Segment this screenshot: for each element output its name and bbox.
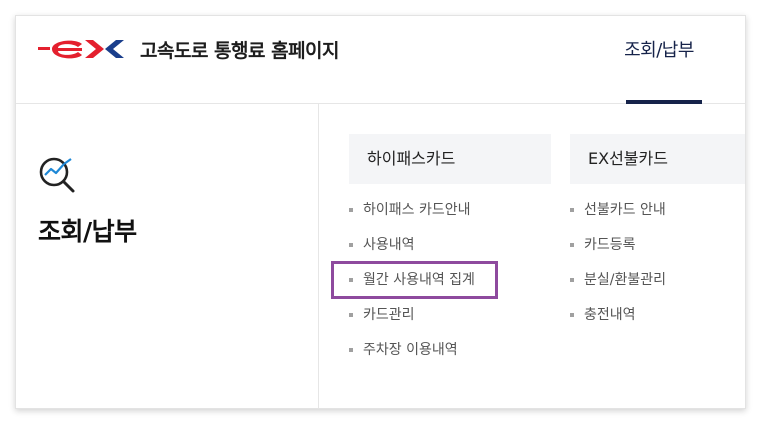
menu-item-card-management[interactable]: 카드관리: [349, 305, 551, 340]
menu-item-label: 분실/환불관리: [584, 272, 666, 288]
menu-list: 선불카드 안내 카드등록 분실/환불관리 충전내역: [570, 200, 745, 340]
menu-heading-hipass-card[interactable]: 하이패스카드: [349, 134, 551, 184]
menu-list: 하이패스 카드안내 사용내역 월간 사용내역 집계 카드관리 주차장 이용내역: [349, 200, 551, 375]
bullet-icon: [570, 278, 574, 282]
menu-item-usage-history[interactable]: 사용내역: [349, 235, 551, 270]
bullet-icon: [349, 208, 353, 212]
bullet-icon: [349, 278, 353, 282]
tab-label: 조회/납부: [624, 40, 694, 61]
menu-item-label: 월간 사용내역 집계: [363, 272, 475, 288]
section-title: 조회/납부: [38, 217, 137, 246]
menu-item-label: 카드관리: [363, 307, 415, 323]
bullet-icon: [570, 208, 574, 212]
ex-logo[interactable]: [38, 34, 128, 64]
bullet-icon: [349, 348, 353, 352]
menu-item-label: 하이패스 카드안내: [363, 202, 471, 218]
menu-item-label: 주차장 이용내역: [363, 342, 458, 358]
active-tab-underline: [626, 100, 702, 104]
menu-card: 고속도로 통행료 홈페이지 조회/납부 조회/납부 하이패스카드 하이패스 카드…: [15, 15, 746, 409]
bullet-icon: [349, 313, 353, 317]
menu-item-label: 카드등록: [584, 237, 636, 253]
header: 고속도로 통행료 홈페이지 조회/납부: [16, 16, 745, 104]
menu-item-parking-usage[interactable]: 주차장 이용내역: [349, 340, 551, 375]
search-graph-icon: [39, 157, 75, 193]
bullet-icon: [570, 243, 574, 247]
bullet-icon: [570, 313, 574, 317]
menu-item-lost-refund[interactable]: 분실/환불관리: [570, 270, 745, 305]
menu-heading-ex-prepaid-card[interactable]: EX선불카드: [570, 134, 745, 184]
menu-column-ex-prepaid: EX선불카드 선불카드 안내 카드등록 분실/환불관리 충전내역: [570, 134, 745, 340]
tab-inquiry-payment[interactable]: 조회/납부: [614, 36, 704, 104]
menu-item-label: 선불카드 안내: [584, 202, 666, 218]
menu-item-prepaid-card-guide[interactable]: 선불카드 안내: [570, 200, 745, 235]
menu-item-charge-history[interactable]: 충전내역: [570, 305, 745, 340]
menu-item-hipass-card-guide[interactable]: 하이패스 카드안내: [349, 200, 551, 235]
menu-item-card-registration[interactable]: 카드등록: [570, 235, 745, 270]
menu-item-monthly-usage-summary[interactable]: 월간 사용내역 집계: [349, 270, 551, 305]
menu-column-hipass: 하이패스카드 하이패스 카드안내 사용내역 월간 사용내역 집계 카드관리 주차…: [349, 134, 551, 375]
menu-item-label: 사용내역: [363, 237, 415, 253]
site-title[interactable]: 고속도로 통행료 홈페이지: [140, 36, 340, 63]
left-panel: 조회/납부: [16, 104, 319, 408]
menu-item-label: 충전내역: [584, 307, 636, 323]
bullet-icon: [349, 243, 353, 247]
